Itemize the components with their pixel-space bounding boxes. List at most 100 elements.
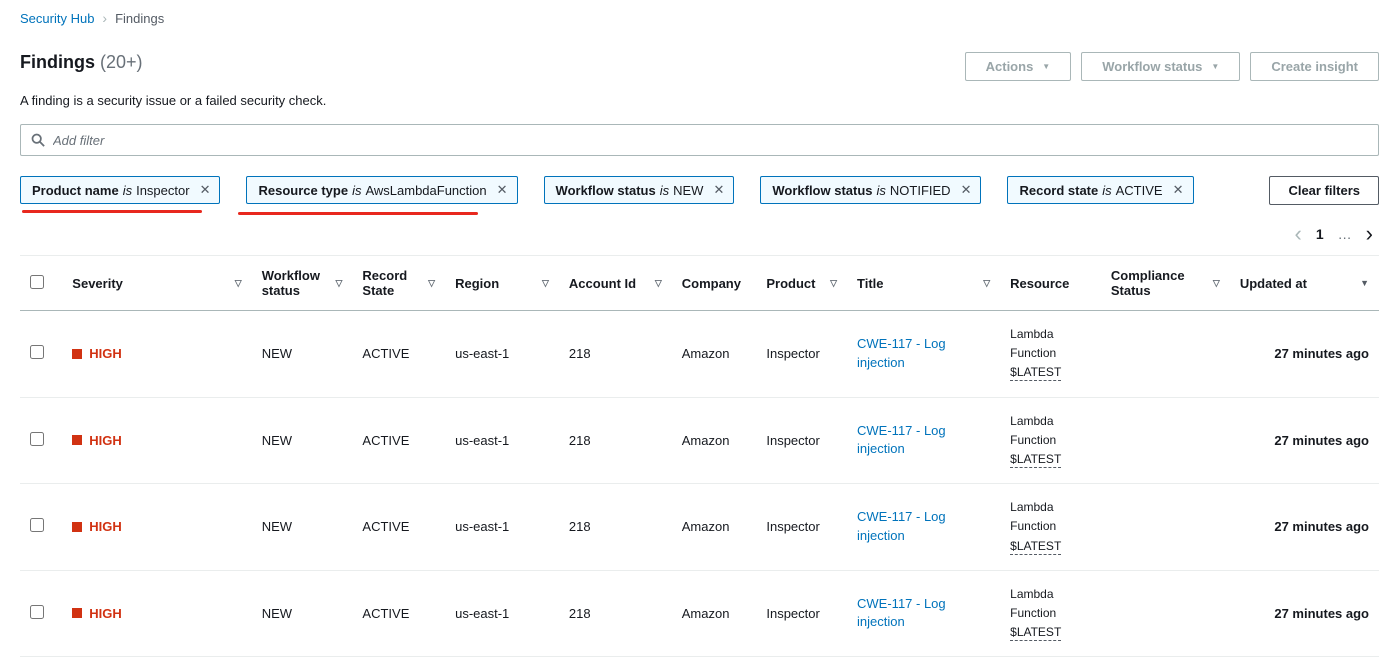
actions-button[interactable]: Actions ▼ [965, 52, 1072, 81]
resource-type: Lambda Function [1010, 585, 1091, 623]
column-header-account-id[interactable]: Account Id ▽ [559, 256, 672, 311]
workflow-status-cell: NEW [252, 570, 353, 657]
search-icon [31, 133, 45, 147]
compliance-status-cell [1101, 397, 1230, 484]
sort-icon[interactable]: ▽ [830, 278, 837, 289]
page-description: A finding is a security issue or a faile… [0, 81, 1399, 108]
company-cell: Amazon [672, 570, 757, 657]
record-state-cell: ACTIVE [352, 311, 445, 398]
remove-filter-icon[interactable]: ✕ [1173, 182, 1184, 198]
column-header-workflow-status[interactable]: Workflow status ▽ [252, 256, 353, 311]
region-cell: us-east-1 [445, 484, 559, 571]
remove-filter-icon[interactable]: ✕ [961, 182, 972, 198]
finding-title-link[interactable]: CWE-117 - Log injection [857, 335, 990, 373]
updated-at-cell: 27 minutes ago [1230, 570, 1379, 657]
column-header-product[interactable]: Product ▽ [756, 256, 847, 311]
token-operator: is [352, 183, 361, 198]
sort-icon[interactable]: ▽ [428, 278, 435, 289]
account-id-cell: 218 [559, 570, 672, 657]
token-operator: is [1102, 183, 1111, 198]
column-label: Workflow status [262, 268, 332, 298]
breadcrumb-link-security-hub[interactable]: Security Hub [20, 11, 94, 26]
resource-type: Lambda Function [1010, 498, 1091, 536]
sort-icon[interactable]: ▽ [542, 278, 549, 289]
company-cell: Amazon [672, 484, 757, 571]
select-all-checkbox[interactable] [30, 275, 44, 289]
column-header-region[interactable]: Region▽ [445, 256, 559, 311]
findings-count: (20+) [100, 52, 143, 72]
finding-title-link[interactable]: CWE-117 - Log injection [857, 595, 990, 633]
severity-cell: HIGH [62, 570, 251, 657]
token-field: Product name [32, 183, 119, 198]
annotation-underline-2 [238, 212, 478, 215]
remove-filter-icon[interactable]: ✕ [200, 182, 211, 198]
column-label: Product [766, 276, 815, 291]
token-operator: is [877, 183, 886, 198]
annotation-underline-1 [22, 210, 202, 213]
row-checkbox[interactable] [30, 605, 44, 619]
add-filter-input[interactable] [53, 133, 1368, 148]
resource-cell: Lambda Function$LATEST [1000, 311, 1101, 398]
row-checkbox[interactable] [30, 345, 44, 359]
remove-filter-icon[interactable]: ✕ [497, 182, 508, 198]
column-header-record-state[interactable]: Record State▽ [352, 256, 445, 311]
filter-token-product-name: Product name is Inspector ✕ [20, 176, 220, 204]
workflow-status-button[interactable]: Workflow status ▼ [1081, 52, 1240, 81]
page-header: Findings (20+) Actions ▼ Workflow status… [0, 32, 1399, 81]
finding-title-link[interactable]: CWE-117 - Log injection [857, 422, 990, 460]
severity-label: HIGH [89, 519, 122, 534]
next-page-icon[interactable]: › [1366, 223, 1373, 245]
sort-icon[interactable]: ▽ [983, 278, 990, 289]
column-header-severity[interactable]: Severity ▽ [62, 256, 251, 311]
filter-token-record-state-active: Record state is ACTIVE ✕ [1007, 176, 1193, 204]
table-row: HIGH NEW ACTIVE us-east-1 218 Amazon Ins… [20, 570, 1379, 657]
compliance-status-cell [1101, 570, 1230, 657]
record-state-cell: ACTIVE [352, 570, 445, 657]
filter-token-workflow-new: Workflow status is NEW ✕ [544, 176, 735, 204]
workflow-status-cell: NEW [252, 397, 353, 484]
company-cell: Amazon [672, 397, 757, 484]
column-header-updated-at[interactable]: Updated at▼ [1230, 256, 1379, 311]
severity-high-icon [72, 608, 82, 618]
row-checkbox[interactable] [30, 518, 44, 532]
previous-page-icon[interactable]: ‹ [1295, 223, 1302, 245]
page-title: Findings (20+) [20, 52, 143, 73]
column-header-compliance-status[interactable]: Compliance Status ▽ [1101, 256, 1230, 311]
filter-search-box[interactable] [20, 124, 1379, 156]
sort-icon[interactable]: ▽ [235, 278, 242, 289]
resource-id: $LATEST [1010, 625, 1061, 641]
column-label: Company [682, 276, 741, 291]
column-label: Compliance Status [1111, 268, 1209, 298]
clear-filters-button[interactable]: Clear filters [1269, 176, 1379, 205]
create-insight-button[interactable]: Create insight [1250, 52, 1379, 81]
sort-icon[interactable]: ▽ [336, 278, 343, 289]
page-number[interactable]: 1 [1316, 226, 1324, 242]
token-value: ACTIVE [1116, 183, 1163, 198]
token-field: Workflow status [556, 183, 656, 198]
sort-icon[interactable]: ▽ [655, 278, 662, 289]
severity-cell: HIGH [62, 397, 251, 484]
workflow-status-cell: NEW [252, 484, 353, 571]
title-cell: CWE-117 - Log injection [847, 484, 1000, 571]
column-header-title[interactable]: Title▽ [847, 256, 1000, 311]
column-label: Severity [72, 276, 123, 291]
record-state-cell: ACTIVE [352, 397, 445, 484]
product-cell: Inspector [756, 311, 847, 398]
record-state-cell: ACTIVE [352, 484, 445, 571]
account-id-cell: 218 [559, 311, 672, 398]
product-cell: Inspector [756, 570, 847, 657]
updated-at-cell: 27 minutes ago [1230, 484, 1379, 571]
region-cell: us-east-1 [445, 570, 559, 657]
sort-icon[interactable]: ▽ [1213, 278, 1220, 289]
severity-cell: HIGH [62, 311, 251, 398]
remove-filter-icon[interactable]: ✕ [713, 182, 724, 198]
resource-type: Lambda Function [1010, 412, 1091, 450]
breadcrumb-current: Findings [115, 11, 164, 26]
updated-at-cell: 27 minutes ago [1230, 397, 1379, 484]
column-label: Account Id [569, 276, 636, 291]
row-checkbox[interactable] [30, 432, 44, 446]
updated-at-cell: 27 minutes ago [1230, 311, 1379, 398]
workflow-status-cell: NEW [252, 311, 353, 398]
sort-desc-icon[interactable]: ▼ [1360, 278, 1369, 288]
finding-title-link[interactable]: CWE-117 - Log injection [857, 508, 990, 546]
